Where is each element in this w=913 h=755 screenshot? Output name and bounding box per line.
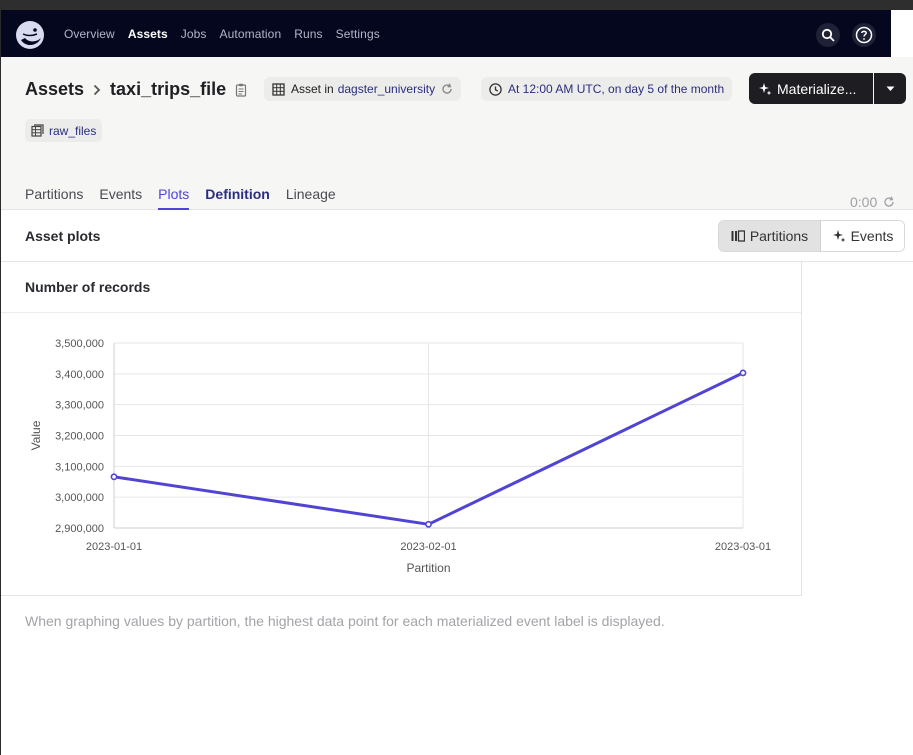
partitions-icon xyxy=(731,230,745,242)
partitions-mode-label: Partitions xyxy=(749,228,809,244)
app-window: Overview Assets Jobs Automation Runs Set… xyxy=(1,10,913,755)
asset-plots-title: Asset plots xyxy=(25,228,101,244)
data-point xyxy=(110,473,118,481)
y-axis-label: Value xyxy=(29,420,43,450)
refresh-icon[interactable] xyxy=(441,83,453,95)
breadcrumb: Assets taxi_trips_file xyxy=(25,79,247,100)
chevron-right-icon xyxy=(92,84,102,96)
asset-tabs: Partitions Events Plots Definition Linea… xyxy=(25,173,352,210)
help-icon xyxy=(855,26,873,44)
x-tick-label: 2023-03-01 xyxy=(715,541,771,553)
y-tick-label: 3,000,000 xyxy=(55,492,104,504)
code-location-pill: Asset in dagster_university xyxy=(264,77,462,101)
y-tick-label: 3,400,000 xyxy=(55,369,104,381)
sparkle-icon xyxy=(832,230,845,243)
records-line-chart: 3,500,000 3,400,000 3,300,000 3,200,000 3,10… xyxy=(29,338,771,575)
materialize-dropdown-button[interactable] xyxy=(874,73,906,104)
materialize-button[interactable]: Materialize... xyxy=(749,73,873,104)
y-tick-label: 3,300,000 xyxy=(55,400,104,412)
code-location-link[interactable]: dagster_university xyxy=(338,82,435,96)
tab-events[interactable]: Events xyxy=(99,173,142,210)
plot-footnote: When graphing values by partition, the h… xyxy=(25,613,665,629)
nav-jobs[interactable]: Jobs xyxy=(181,27,207,41)
nav-overview[interactable]: Overview xyxy=(64,27,115,41)
x-tick-label: 2023-01-01 xyxy=(86,541,142,553)
data-point xyxy=(425,520,432,528)
refresh-icon[interactable] xyxy=(883,196,895,208)
help-button[interactable] xyxy=(852,23,876,47)
plot-title: Number of records xyxy=(25,279,151,295)
events-mode-label: Events xyxy=(850,228,894,244)
table-icon xyxy=(272,82,285,96)
dagster-logo-icon[interactable] xyxy=(15,20,45,50)
breadcrumb-assets[interactable]: Assets xyxy=(25,79,84,100)
nav-runs[interactable]: Runs xyxy=(294,27,322,41)
data-point xyxy=(739,369,747,377)
copy-icon[interactable] xyxy=(235,83,247,97)
y-tick-label: 3,100,000 xyxy=(55,461,104,473)
y-tick-label: 3,500,000 xyxy=(55,338,104,350)
nav-assets[interactable]: Assets xyxy=(128,27,168,41)
plot-card: Number of records 3,500,000 3,400,000 3,30… xyxy=(1,262,802,596)
asset-group-tag[interactable]: raw_files xyxy=(25,119,103,142)
events-mode-button[interactable]: Events xyxy=(821,221,904,251)
refresh-timer: 0:00 xyxy=(850,194,895,210)
schedule-text: At 12:00 AM UTC, on day 5 of the month xyxy=(508,82,725,96)
nav-links: Overview Assets Jobs Automation Runs Set… xyxy=(64,10,393,57)
tab-lineage[interactable]: Lineage xyxy=(286,173,336,210)
asset-group-label: raw_files xyxy=(49,123,97,138)
top-nav: Overview Assets Jobs Automation Runs Set… xyxy=(1,10,891,57)
nav-settings[interactable]: Settings xyxy=(336,27,380,41)
tab-partitions[interactable]: Partitions xyxy=(25,173,83,210)
plot-card-header: Number of records xyxy=(1,262,801,313)
caret-down-icon xyxy=(886,86,894,91)
materialize-label: Materialize... xyxy=(777,80,857,97)
x-tick-label: 2023-02-01 xyxy=(400,541,456,553)
asset-plots-bar: Asset plots Partitions Events xyxy=(1,210,913,262)
group-icon xyxy=(31,124,44,137)
plot-mode-toggle: Partitions Events xyxy=(718,220,905,252)
sparkle-icon xyxy=(759,82,772,95)
window-top-strip xyxy=(0,0,913,10)
search-icon xyxy=(821,28,835,42)
asset-header: Assets taxi_trips_file Asset in dagster_… xyxy=(1,57,913,210)
schedule-pill[interactable]: At 12:00 AM UTC, on day 5 of the month xyxy=(481,77,733,101)
search-button[interactable] xyxy=(816,23,840,47)
clock-icon xyxy=(489,82,502,96)
timer-value: 0:00 xyxy=(850,194,878,210)
y-tick-label: 2,900,000 xyxy=(55,523,104,535)
x-axis-label: Partition xyxy=(406,561,450,575)
tab-definition[interactable]: Definition xyxy=(205,173,270,210)
partitions-mode-button[interactable]: Partitions xyxy=(719,221,821,251)
asset-name: taxi_trips_file xyxy=(110,79,227,99)
tab-plots[interactable]: Plots xyxy=(158,173,190,210)
asset-in-label: Asset in xyxy=(291,82,334,96)
nav-automation[interactable]: Automation xyxy=(220,27,282,41)
y-tick-label: 3,200,000 xyxy=(55,431,104,443)
